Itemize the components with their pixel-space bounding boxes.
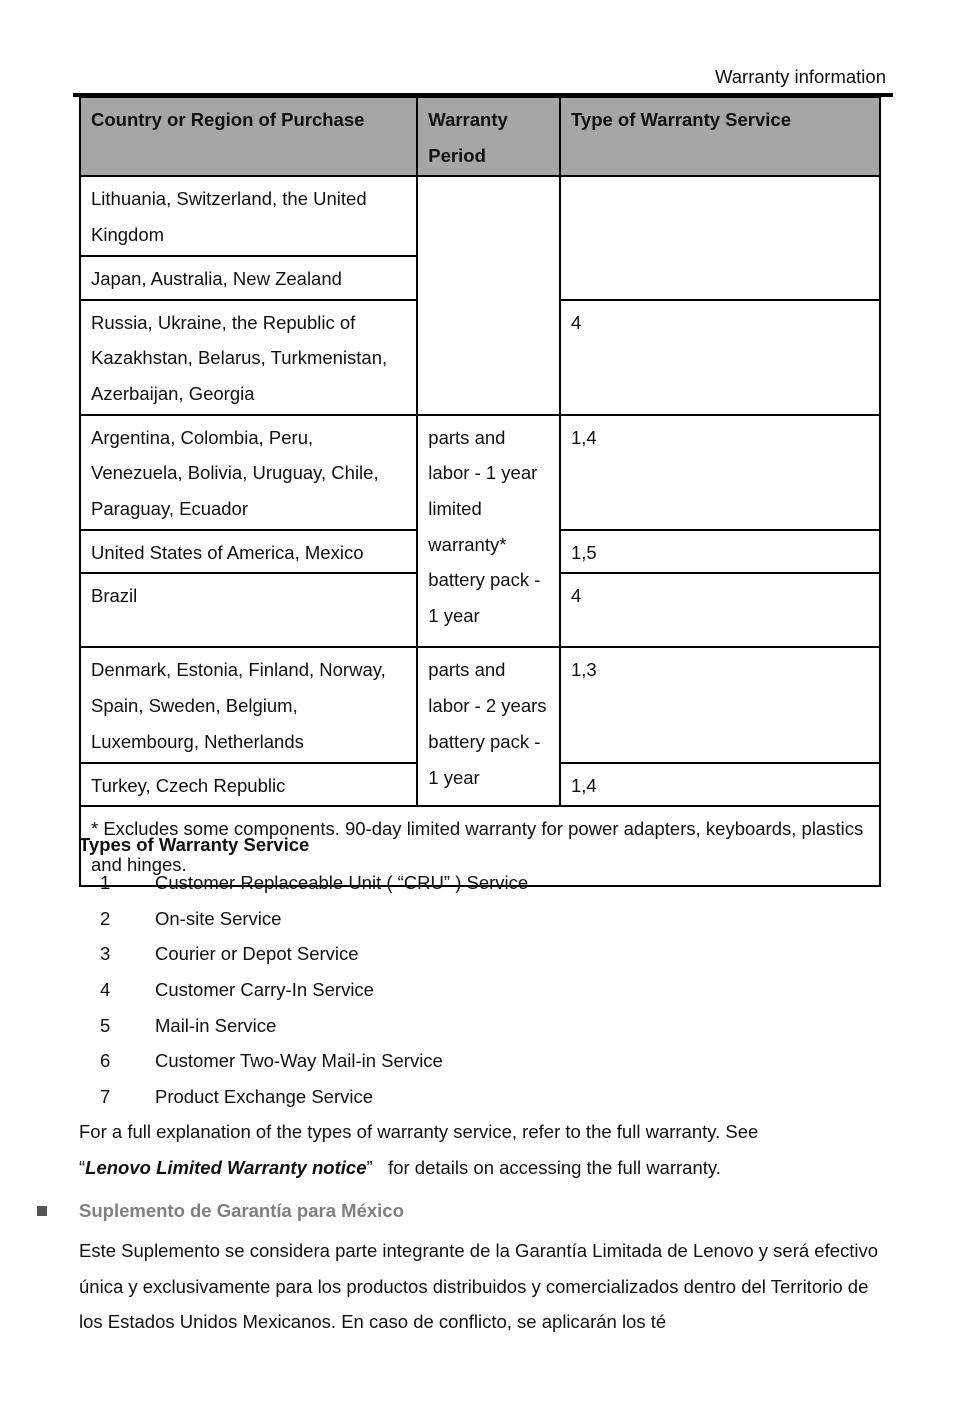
item-label: On-site Service [155, 907, 282, 929]
table-row: Denmark, Estonia, Finland, Norway, Spain… [78, 646, 882, 808]
service-cell: 1,4 [558, 761, 882, 808]
item-label: Customer Replaceable Unit ( “CRU” ) Serv… [155, 872, 529, 893]
list-item: 3 Courier or Depot Service [79, 940, 528, 976]
item-label: Customer Two-Way Mail-in Service [155, 1050, 443, 1072]
service-cell: 4 [558, 298, 882, 416]
service-cell: 4 [558, 572, 882, 649]
list-item: 1 Customer Replaceable Unit ( “CRU” ) Ser… [79, 869, 528, 905]
item-number: 1 [100, 872, 111, 893]
types-heading: Types of Warranty Service [79, 834, 310, 855]
country-cell: Turkey, Czech Republic [78, 761, 419, 808]
explanation-paragraph: For a full explanation of the types of w… [79, 1114, 879, 1185]
country-cell: Brazil [78, 572, 419, 649]
explanation-text: For a full explanation of the types of w… [79, 1121, 759, 1142]
list-item: 2 On-site Service [79, 905, 528, 941]
country-cell: Japan, Australia, New Zealand [78, 254, 419, 301]
warranty-notice-reference: Lenovo Limited Warranty notice [85, 1156, 367, 1178]
table-row: Lithuania, Switzerland, the United Kingd… [78, 175, 882, 416]
service-cell: 1,5 [558, 528, 882, 575]
supplement-heading-text: Suplemento de Garantía para México [79, 1200, 404, 1221]
explanation-text-after: for details on accessing the full warran… [372, 1156, 721, 1178]
item-number: 6 [100, 1050, 111, 1072]
item-label: Mail-in Service [155, 1014, 277, 1036]
country-cell: Russia, Ukraine, the Republic of Kazakhs… [78, 298, 419, 416]
country-cell: United States of America, Mexico [78, 528, 419, 575]
period-cell-empty [416, 175, 561, 416]
header-period: Warranty Period [416, 95, 561, 178]
types-list: 1 Customer Replaceable Unit ( “CRU” ) Ser… [79, 869, 528, 1119]
item-label: Courier or Depot Service [155, 943, 359, 965]
service-cell-empty [558, 175, 882, 301]
table-header-row: Country or Region of Purchase Warranty P… [78, 95, 882, 178]
running-header: Warranty information [714, 66, 886, 87]
country-cell: Denmark, Estonia, Finland, Norway, Spain… [78, 646, 419, 764]
period-cell: parts and labor - 2 years battery pack -… [416, 646, 561, 808]
country-cell: Argentina, Colombia, Peru, Venezuela, Bo… [78, 413, 419, 531]
period-cell: parts and labor - 1 year limited warrant… [416, 413, 561, 649]
supplement-heading: Suplemento de Garantía para México [37, 1200, 404, 1222]
header-country: Country or Region of Purchase [78, 95, 419, 178]
service-cell: 1,4 [558, 413, 882, 531]
country-cell: Lithuania, Switzerland, the United Kingd… [78, 175, 419, 257]
supplement-body: Este Suplemento se considera parte integ… [79, 1240, 879, 1333]
list-item: 6 Customer Two-Way Mail-in Service [79, 1047, 528, 1083]
item-number: 5 [100, 1014, 111, 1036]
warranty-table: Country or Region of Purchase Warranty P… [78, 95, 882, 887]
square-bullet-icon [37, 1206, 47, 1216]
service-cell: 1,3 [558, 646, 882, 764]
header-service: Type of Warranty Service [558, 95, 882, 178]
item-number: 2 [100, 907, 111, 929]
item-number: 4 [100, 979, 111, 1001]
table-row: Argentina, Colombia, Peru, Venezuela, Bo… [78, 413, 882, 649]
item-label: Customer Carry-In Service [155, 979, 374, 1001]
list-item: 5 Mail-in Service [79, 1012, 528, 1048]
list-item: 4 Customer Carry-In Service [79, 976, 528, 1012]
item-number: 3 [100, 943, 111, 965]
